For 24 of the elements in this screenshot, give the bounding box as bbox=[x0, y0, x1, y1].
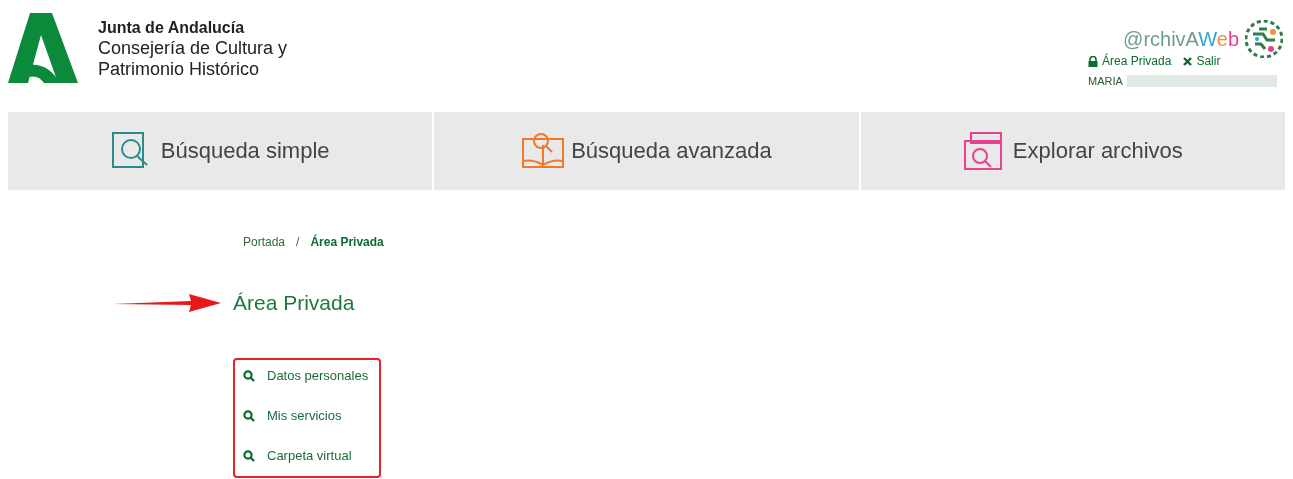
breadcrumb-link[interactable]: Portada bbox=[243, 235, 286, 249]
user-link[interactable]: Salir bbox=[1183, 54, 1221, 68]
page-title: Área Privada bbox=[233, 291, 355, 315]
nav-tab[interactable]: Búsqueda simple bbox=[8, 112, 433, 190]
close-icon bbox=[1183, 56, 1193, 66]
lock-icon bbox=[1088, 55, 1098, 67]
search-icon bbox=[243, 369, 255, 382]
dots-logo-icon bbox=[1245, 20, 1283, 58]
menu-link[interactable]: Datos personales bbox=[243, 368, 379, 383]
breadcrumb-separator: / bbox=[296, 235, 300, 249]
user-link[interactable]: Área Privada bbox=[1088, 54, 1172, 68]
department-name: Patrimonio Histórico bbox=[98, 59, 261, 80]
search-icon bbox=[243, 409, 255, 422]
user-name: MARIA bbox=[1088, 75, 1123, 87]
app-logo: @rchivAWeb bbox=[1123, 27, 1239, 51]
junta-logo bbox=[8, 13, 78, 83]
search-icon bbox=[243, 449, 255, 462]
menu-link[interactable]: Mis servicios bbox=[243, 408, 379, 423]
menu-link[interactable]: Carpeta virtual bbox=[243, 448, 379, 463]
organization-name: Junta de Andalucía bbox=[98, 18, 246, 38]
breadcrumb-link[interactable]: Área Privada bbox=[310, 235, 384, 249]
nav-tab[interactable]: Búsqueda avanzada bbox=[434, 112, 859, 190]
department-name: Consejería de Cultura y bbox=[98, 38, 288, 59]
nav-tab[interactable]: Explorar archivos bbox=[860, 112, 1285, 190]
